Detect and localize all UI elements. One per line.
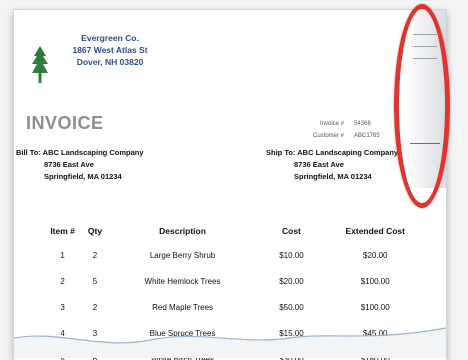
table-row: 1 2 Large Berry Shrub $10.00 $20.00	[44, 242, 424, 268]
invoice-title: INVOICE	[26, 113, 104, 133]
cell-description: Red Maple Trees	[152, 302, 214, 312]
cell-item: 4	[60, 328, 65, 338]
cell-extended-cost: $45.00	[363, 328, 388, 338]
line-items-table: Item # Qty Description Cost Extended Cos…	[44, 220, 424, 360]
customer-number-value: ABC1765	[354, 133, 380, 139]
cell-qty: 2	[92, 302, 98, 312]
bill-to-label: Bill To:	[16, 148, 41, 157]
highlight-oval	[394, 4, 450, 208]
company-name: Evergreen Co.	[81, 33, 139, 43]
bill-to-name: ABC Landscaping Company	[42, 148, 144, 157]
company-block: Evergreen Co. 1867 West Atlas St Dover, …	[50, 32, 170, 68]
bill-to-city: Springfield, MA 01234	[44, 172, 122, 181]
cell-cost: $20.00	[279, 276, 304, 286]
customer-number-label: Customer #	[312, 133, 344, 139]
ship-to-street: 8736 East Ave	[294, 160, 344, 169]
header-extended-cost: Extended Cost	[345, 226, 405, 236]
cell-qty: 2	[92, 250, 98, 260]
cell-cost: $15.00	[279, 328, 304, 338]
ship-to-block: Ship To: ABC Landscaping Company 8736 Ea…	[266, 147, 398, 183]
ship-to-name: ABC Landscaping Company	[297, 148, 399, 157]
cell-extended-cost: $20.00	[363, 250, 388, 260]
ship-to-city: Springfield, MA 01234	[294, 172, 372, 181]
bill-to-street: 8736 East Ave	[44, 160, 94, 169]
cell-qty: 3	[92, 328, 98, 338]
invoice-number-value: 54368	[354, 121, 371, 127]
cell-description: Large Berry Shrub	[149, 250, 216, 260]
cell-extended-cost: $100.00	[360, 276, 390, 286]
cell-extended-cost: $100.00	[360, 302, 390, 312]
company-street: 1867 West Atlas St	[72, 45, 148, 55]
cell-item: 1	[60, 250, 65, 260]
table-header-row: Item # Qty Description Cost Extended Cos…	[44, 220, 424, 242]
bill-to-block: Bill To: ABC Landscaping Company 8736 Ea…	[16, 147, 144, 183]
cell-description: Blue Spruce Trees	[149, 328, 216, 338]
header-description: Description	[159, 226, 206, 236]
table-row: 3 2 Red Maple Trees $50.00 $100.00	[44, 294, 424, 320]
header-qty: Qty	[87, 226, 103, 236]
cell-item: 3	[60, 302, 65, 312]
invoice-number-label: Invoice #	[319, 121, 344, 127]
header-item: Item #	[50, 226, 75, 236]
cell-cost: $10.00	[279, 250, 304, 260]
cell-description: White Hemlock Trees	[144, 276, 221, 286]
ship-to-label: Ship To:	[266, 148, 296, 157]
invoice-meta: Invoice # 54368 Customer # ABC1765	[284, 118, 380, 142]
company-city: Dover, NH 03820	[76, 57, 144, 67]
cell-qty: 5	[92, 276, 98, 286]
cell-cost: $50.00	[279, 302, 304, 312]
header-cost: Cost	[281, 226, 301, 236]
table-row: 4 3 Blue Spruce Trees $15.00 $45.00	[44, 320, 424, 346]
pine-tree-icon	[32, 46, 48, 91]
table-row: 2 5 White Hemlock Trees $20.00 $100.00	[44, 268, 424, 294]
invoice-document: Evergreen Co. 1867 West Atlas St Dover, …	[14, 10, 446, 360]
cell-item: 2	[60, 276, 65, 286]
